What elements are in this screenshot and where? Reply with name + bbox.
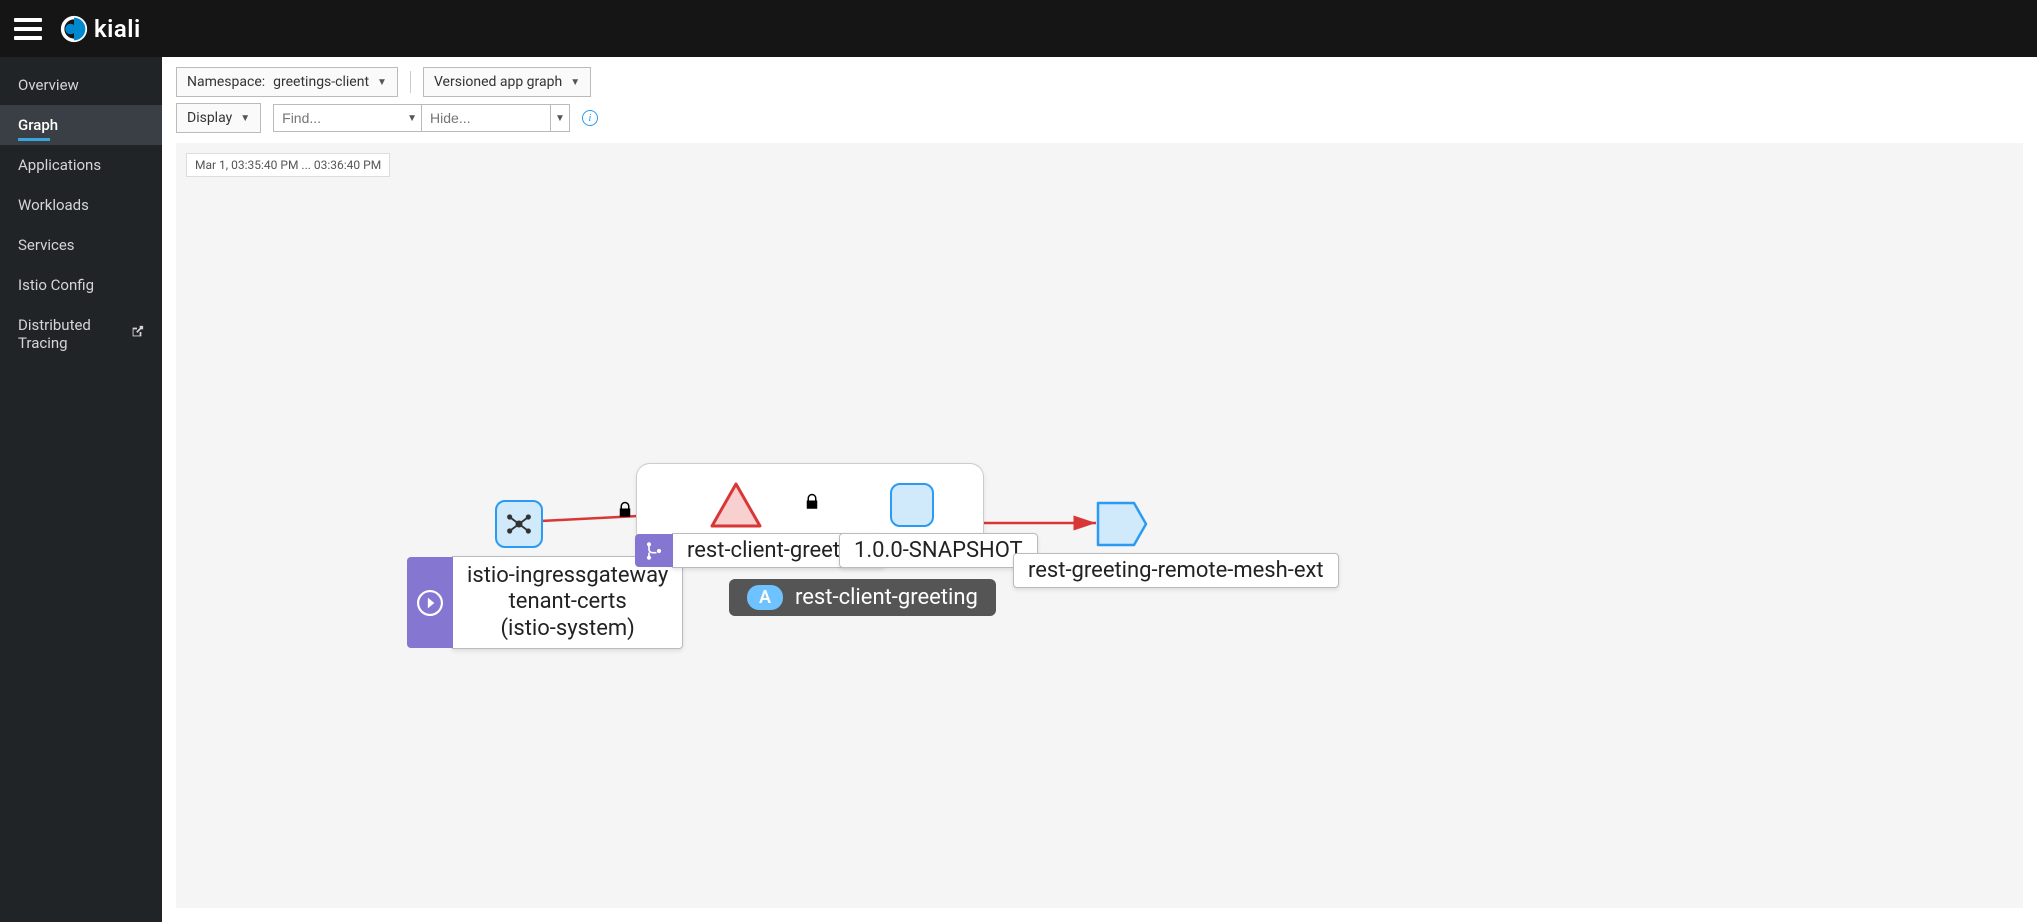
sidebar-item-istio-config[interactable]: Istio Config xyxy=(0,265,162,305)
chevron-down-icon: ▼ xyxy=(240,113,250,124)
namespace-value: greetings-client xyxy=(273,74,369,90)
app-group-caption[interactable]: A rest-client-greeting xyxy=(729,579,996,616)
separator xyxy=(410,71,411,93)
sidebar-item-distributed-tracing[interactable]: Distributed Tracing xyxy=(0,305,162,363)
gateway-badge-icon xyxy=(407,557,453,648)
node-workload[interactable] xyxy=(890,483,934,527)
sidebar-item-applications[interactable]: Applications xyxy=(0,145,162,185)
find-dropdown-caret[interactable]: ▼ xyxy=(403,104,421,132)
toolbar: Namespace: greetings-client ▼ Versioned … xyxy=(162,57,2037,133)
topbar: kiali xyxy=(0,0,2037,57)
mesh-icon xyxy=(505,510,533,538)
lock-icon xyxy=(616,501,634,524)
info-icon[interactable]: i xyxy=(582,110,598,126)
node-ingress-gateway[interactable] xyxy=(495,500,543,548)
app-name: rest-client-greeting xyxy=(795,585,978,610)
lock-icon xyxy=(803,493,821,516)
app-badge: A xyxy=(747,585,783,610)
display-label: Display xyxy=(187,110,232,126)
graph-type-value: Versioned app graph xyxy=(434,74,562,90)
display-dropdown[interactable]: Display ▼ xyxy=(176,103,261,133)
hide-dropdown-caret[interactable]: ▼ xyxy=(551,104,570,132)
sidebar-item-services[interactable]: Services xyxy=(0,225,162,265)
sidebar-item-workloads[interactable]: Workloads xyxy=(0,185,162,225)
graph-canvas[interactable]: Mar 1, 03:35:40 PM ... 03:36:40 PM xyxy=(176,143,2023,908)
external-link-icon xyxy=(130,325,144,343)
service-triangle-icon xyxy=(706,480,766,532)
chevron-down-icon: ▼ xyxy=(570,77,580,88)
external-label-text: rest-greeting-remote-mesh-ext xyxy=(1028,558,1324,583)
sidebar: Overview Graph Applications Workloads Se… xyxy=(0,57,162,922)
node-ingress-label[interactable]: istio-ingressgateway tenant-certs (istio… xyxy=(452,556,683,649)
namespace-dropdown[interactable]: Namespace: greetings-client ▼ xyxy=(176,67,398,97)
menu-toggle-button[interactable] xyxy=(14,18,42,40)
main-content: Namespace: greetings-client ▼ Versioned … xyxy=(162,57,2037,922)
namespace-label: Namespace: xyxy=(187,74,265,90)
graph-type-dropdown[interactable]: Versioned app graph ▼ xyxy=(423,67,591,97)
service-entry-icon xyxy=(1096,501,1148,547)
ingress-line2: tenant-certs xyxy=(467,589,668,615)
ingress-line3: (istio-system) xyxy=(467,616,668,642)
kiali-logo-icon xyxy=(60,15,88,43)
node-workload-label[interactable]: 1.0.0-SNAPSHOT xyxy=(839,533,1038,568)
hide-input[interactable] xyxy=(421,104,551,132)
workload-label-text: 1.0.0-SNAPSHOT xyxy=(854,538,1023,563)
sidebar-item-overview[interactable]: Overview xyxy=(0,65,162,105)
logo[interactable]: kiali xyxy=(60,15,141,43)
chevron-down-icon: ▼ xyxy=(377,77,387,88)
virtual-service-badge-icon xyxy=(635,534,673,567)
sidebar-item-graph[interactable]: Graph xyxy=(0,105,162,145)
node-external-label[interactable]: rest-greeting-remote-mesh-ext xyxy=(1013,553,1339,588)
node-service[interactable] xyxy=(706,480,766,536)
node-external-service[interactable] xyxy=(1096,501,1148,551)
find-input[interactable] xyxy=(273,104,403,132)
logo-text: kiali xyxy=(94,15,141,43)
